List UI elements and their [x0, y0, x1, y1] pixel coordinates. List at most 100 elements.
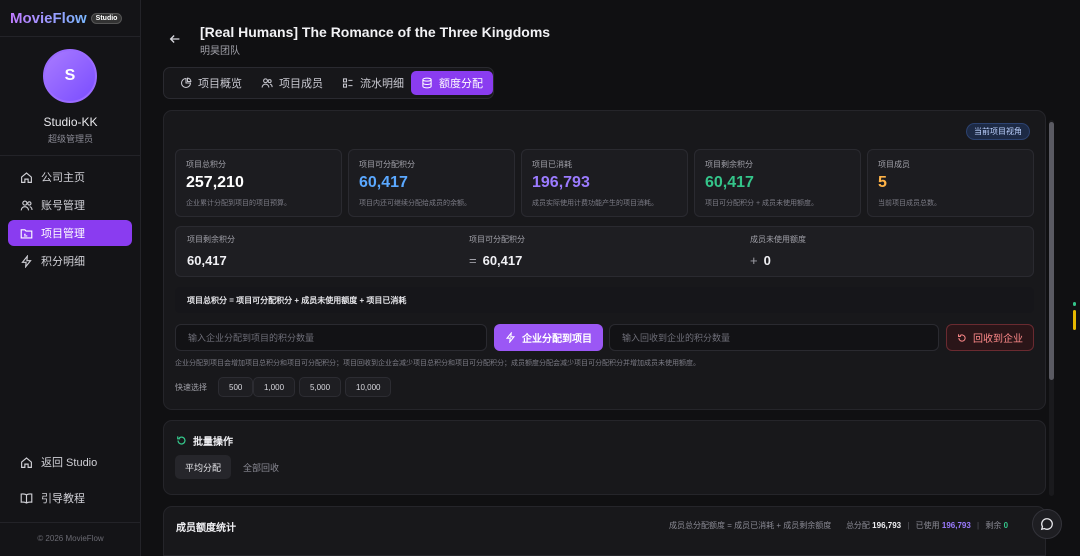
quick-chip-5000[interactable]: 5,000 [299, 377, 342, 397]
brand-badge: Studio [90, 13, 123, 24]
tab-overview[interactable]: 项目概览 [170, 71, 252, 95]
tab-label: 项目成员 [279, 78, 323, 90]
stat-card-label: 项目已消耗 [532, 160, 572, 169]
stat-card-remaining: 项目剩余积分 60,417 项目可分配积分 + 成员未使用额度。 [694, 149, 861, 217]
brand-logo[interactable]: MovieFlow Studio [10, 10, 123, 27]
scrollbar-thumb[interactable] [1049, 122, 1054, 380]
stats-formula: 成员总分配额度 = 成员已消耗 + 成员剩余额度 [669, 521, 832, 530]
stats-remaining-value: 0 [1003, 521, 1009, 530]
brand-name: MovieFlow [10, 10, 87, 27]
tab-bar: 项目概览 项目成员 流水明细 额度分配 [163, 67, 494, 99]
tab-label: 流水明细 [360, 78, 404, 90]
avatar-initial: S [64, 67, 76, 84]
back-arrow-icon[interactable] [168, 32, 182, 46]
stat-card-desc: 企业累计分配到项目的项目预算。 [186, 200, 291, 207]
stats-used-label: 已使用 [915, 521, 940, 530]
even-split-button[interactable]: 平均分配 [175, 455, 232, 479]
refresh-icon [177, 436, 186, 445]
button-label: 企业分配到项目 [522, 334, 592, 345]
sidebar-item-back-studio[interactable]: 返回 Studio [8, 449, 132, 475]
home-icon [21, 171, 32, 183]
stats-used-value: 196,793 [941, 521, 971, 530]
sidebar-item-label: 引导教程 [41, 493, 85, 505]
lightning-icon [505, 332, 516, 343]
tab-label: 额度分配 [439, 78, 483, 90]
folder-icon [20, 228, 33, 239]
recall-to-company-button[interactable]: 回收到企业 [946, 324, 1034, 351]
stat-card-consumed: 项目已消耗 196,793 成员实际使用计费功能产生的项目消耗。 [521, 149, 688, 217]
formula-operator: + [750, 253, 758, 268]
allocate-amount-input[interactable]: 输入企业分配到项目的积分数量 [175, 324, 487, 351]
sidebar-item-projects[interactable]: 项目管理 [8, 220, 132, 246]
sidebar-item-company-home[interactable]: 公司主页 [8, 164, 132, 190]
sidebar-item-accounts[interactable]: 账号管理 [8, 192, 132, 218]
allocate-to-project-button[interactable]: 企业分配到项目 [494, 324, 603, 351]
side-indicator [1073, 310, 1076, 330]
avatar[interactable]: S [43, 49, 97, 103]
formula-label: 成员未使用额度 [750, 235, 806, 244]
sidebar-divider [0, 522, 141, 523]
member-stats-panel [163, 506, 1046, 556]
stats-total-value: 196,793 [872, 521, 902, 530]
sidebar-divider [0, 36, 141, 37]
tab-quota-allocation[interactable]: 额度分配 [411, 71, 493, 95]
user-role: 超级管理员 [47, 134, 93, 144]
chat-bubble-icon [1040, 518, 1053, 531]
batch-title-text: 批量操作 [193, 437, 233, 448]
batch-panel [163, 420, 1046, 495]
sidebar-item-label: 积分明细 [41, 256, 85, 268]
member-stats-summary: 成员总分配额度 = 成员已消耗 + 成员剩余额度 总分配 196,793 | 已… [669, 521, 1009, 530]
view-badge: 当前项目视角 [966, 123, 1030, 140]
recall-amount-input[interactable]: 输入回收到企业的积分数量 [609, 324, 939, 351]
tab-members[interactable]: 项目成员 [251, 71, 333, 95]
users-icon [20, 199, 33, 210]
sidebar-item-label: 返回 Studio [41, 457, 98, 469]
database-icon [422, 77, 432, 89]
stat-card-value: 196,793 [532, 174, 590, 191]
stat-card-members: 项目成员 5 当前项目成员总数。 [867, 149, 1034, 217]
stat-card-desc: 项目可分配积分 + 成员未使用额度。 [705, 200, 818, 207]
sidebar-item-tutorial[interactable]: 引导教程 [8, 485, 132, 511]
allocation-hint: 企业分配到项目会增加项目总积分和项目可分配积分；项目回收到企业会减少项目总积分和… [175, 360, 700, 367]
chat-button[interactable] [1032, 509, 1062, 539]
stat-card-value: 5 [878, 174, 887, 191]
quick-chip-500[interactable]: 500 [218, 377, 254, 397]
stat-card-total: 项目总积分 257,210 企业累计分配到项目的项目预算。 [175, 149, 342, 217]
member-stats-title: 成员额度统计 [176, 523, 236, 534]
formula-value: 0 [763, 253, 771, 268]
batch-title: 批量操作 [176, 433, 233, 448]
copyright: © 2026 MovieFlow [37, 534, 104, 543]
users-icon [261, 78, 273, 88]
user-name: Studio-KK [43, 115, 98, 129]
stats-remaining-label: 剩余 [985, 521, 1002, 530]
sidebar-item-label: 账号管理 [41, 200, 85, 212]
formula-allocatable: 项目可分配积分 = 60,417 [469, 234, 525, 268]
sidebar-item-label: 公司主页 [41, 172, 85, 184]
recall-all-button[interactable]: 全部回收 [233, 455, 289, 479]
stat-card-desc: 当前项目成员总数。 [878, 200, 941, 207]
sidebar-item-label: 项目管理 [41, 228, 85, 240]
formula-member-unused: 成员未使用额度 +0 [750, 234, 806, 268]
quick-chip-1000[interactable]: 1,000 [253, 377, 296, 397]
tab-transactions[interactable]: 流水明细 [332, 71, 414, 95]
stat-card-allocatable: 项目可分配积分 60,417 项目内还可继续分配给成员的余额。 [348, 149, 515, 217]
stat-card-value: 60,417 [359, 174, 408, 191]
stat-card-label: 项目剩余积分 [705, 160, 753, 169]
stat-card-value: 60,417 [705, 174, 754, 191]
sidebar-item-points[interactable]: 积分明细 [8, 248, 132, 274]
quick-chip-10000[interactable]: 10,000 [345, 377, 392, 397]
stat-card-desc: 项目内还可继续分配给成员的余额。 [359, 200, 471, 207]
equation-bar: 项目总积分 = 项目可分配积分 + 成员未使用额度 + 项目已消耗 [175, 287, 1034, 313]
formula-label: 项目剩余积分 [187, 235, 235, 244]
formula-label: 项目可分配积分 [469, 235, 525, 244]
list-icon [342, 78, 353, 88]
formula-operator: = [469, 253, 477, 268]
quick-select-label: 快速选择 [175, 383, 207, 392]
refresh-icon [958, 333, 966, 342]
formula-box [175, 226, 1034, 277]
stat-card-value: 257,210 [186, 174, 244, 191]
stat-card-label: 项目总积分 [186, 160, 226, 169]
pie-chart-icon [180, 77, 192, 89]
stat-card-label: 项目可分配积分 [359, 160, 415, 169]
page-subtitle: 明昊团队 [200, 46, 240, 57]
